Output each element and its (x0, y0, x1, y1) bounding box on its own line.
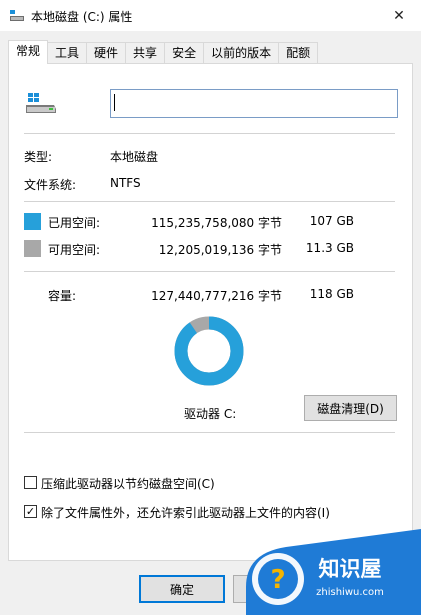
free-space-label: 可用空间: (48, 243, 101, 257)
question-icon: ? (270, 565, 285, 595)
drive-letter-label: 驱动器 C: (184, 407, 237, 421)
free-space-size: 11.3 GB (305, 241, 354, 255)
brand-url: zhishiwu.com (316, 587, 384, 598)
capacity-size: 118 GB (309, 287, 354, 301)
ok-button[interactable]: 确定 (139, 575, 225, 603)
compress-label: 压缩此驱动器以节约磁盘空间(C) (41, 477, 215, 491)
free-space-bytes: 12,205,019,136 字节 (158, 243, 282, 257)
capacity-label: 容量: (48, 289, 77, 303)
used-space-bytes: 115,235,758,080 字节 (151, 216, 282, 230)
volume-name-input[interactable] (110, 89, 398, 118)
tab-general[interactable]: 常规 (8, 40, 49, 64)
tab-sharing[interactable]: 共享 (125, 42, 166, 64)
compress-checkbox[interactable] (24, 476, 37, 489)
separator (24, 201, 395, 202)
drive-icon (10, 10, 24, 21)
window-title: 本地磁盘 (C:) 属性 (31, 10, 133, 24)
brand-text: 知识屋 (319, 557, 382, 581)
filesystem-value: NTFS (110, 176, 141, 190)
free-space-swatch (24, 240, 41, 257)
close-icon: ✕ (393, 7, 405, 24)
tab-quota[interactable]: 配额 (278, 42, 319, 64)
usage-donut-chart (174, 316, 244, 386)
type-label: 类型: (24, 150, 53, 164)
tab-security[interactable]: 安全 (164, 42, 205, 64)
capacity-bytes: 127,440,777,216 字节 (151, 289, 282, 303)
separator (24, 271, 395, 272)
title-bar: 本地磁盘 (C:) 属性 ✕ (0, 0, 421, 31)
tab-strip: 常规 工具 硬件 共享 安全 以前的版本 配额 (8, 40, 319, 64)
separator (24, 133, 395, 134)
tab-previous-versions[interactable]: 以前的版本 (203, 42, 280, 64)
index-checkbox[interactable]: ✓ (24, 505, 37, 518)
disk-drive-icon (26, 93, 56, 113)
tab-tools[interactable]: 工具 (47, 42, 88, 64)
site-watermark-logo: ? 知识屋 zhishiwu.com (246, 529, 421, 615)
text-caret (114, 94, 115, 111)
used-space-swatch (24, 213, 41, 230)
used-space-label: 已用空间: (48, 216, 101, 230)
separator (24, 432, 395, 433)
close-button[interactable]: ✕ (377, 0, 421, 31)
index-label: 除了文件属性外，还允许索引此驱动器上文件的内容(I) (41, 506, 330, 520)
tab-hardware[interactable]: 硬件 (86, 42, 127, 64)
used-space-size: 107 GB (309, 214, 354, 228)
donut-used-arc (174, 316, 244, 386)
type-value: 本地磁盘 (110, 150, 159, 164)
filesystem-label: 文件系统: (24, 178, 77, 192)
disk-cleanup-button[interactable]: 磁盘清理(D) (304, 395, 397, 421)
